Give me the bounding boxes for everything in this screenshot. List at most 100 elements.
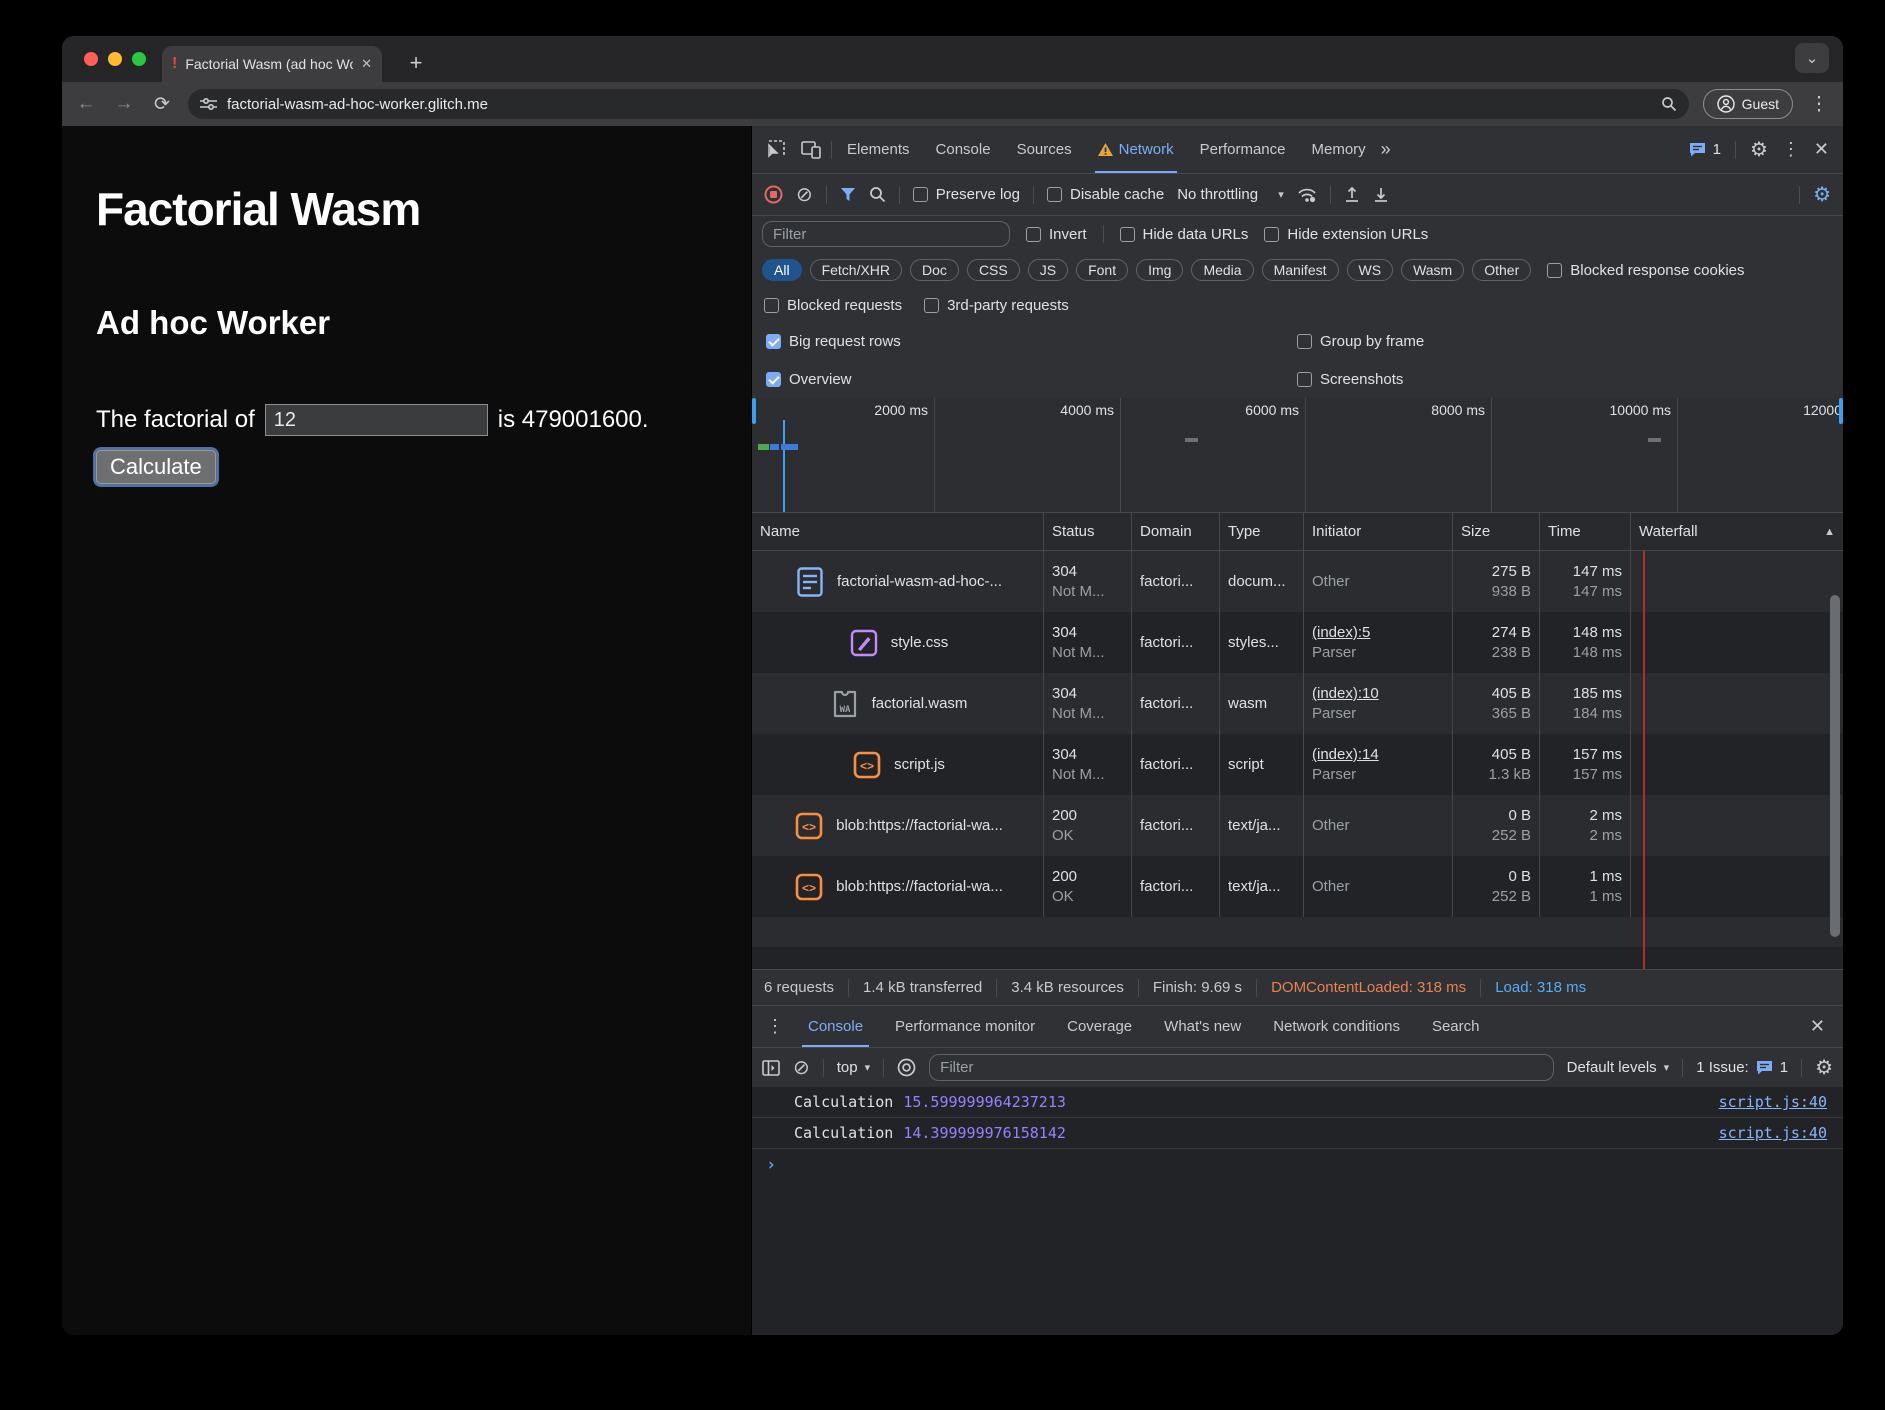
chip-css[interactable]: CSS [967,259,1020,281]
chip-fetch-xhr[interactable]: Fetch/XHR [810,259,902,281]
site-settings-icon[interactable] [200,97,217,111]
hide-extension-urls-checkbox[interactable]: Hide extension URLs [1264,226,1428,243]
console-filter-input[interactable] [929,1054,1553,1081]
tab-console[interactable]: Console [925,126,1002,173]
blocked-requests-checkbox[interactable]: Blocked requests [764,297,902,314]
console-sidebar-icon[interactable] [762,1060,780,1076]
throttling-select[interactable]: No throttling ▾ [1177,186,1284,203]
source-link[interactable]: script.js:40 [1719,1124,1827,1142]
console-message[interactable]: Calculation 15.599999964237213 script.js… [752,1087,1843,1118]
col-waterfall[interactable]: Waterfall▲ [1631,513,1843,550]
console-issues-counter[interactable]: 1 Issue: 1 [1696,1059,1788,1076]
table-row[interactable]: factorial-wasm-ad-hoc-... 304Not M... fa… [752,551,1843,612]
initiator-link[interactable]: (index):5 [1312,624,1444,641]
preserve-log-checkbox[interactable]: Preserve log [913,186,1020,203]
hide-data-urls-checkbox[interactable]: Hide data URLs [1120,226,1249,243]
drawer-tab-console[interactable]: Console [792,1006,879,1047]
live-expression-icon[interactable] [897,1058,916,1077]
big-request-rows-checkbox[interactable]: Big request rows [766,333,901,350]
drawer-tab-whats-new[interactable]: What's new [1148,1006,1257,1047]
network-conditions-icon[interactable] [1297,187,1317,203]
chip-other[interactable]: Other [1472,259,1531,281]
network-filter-input[interactable] [762,221,1010,247]
console-message[interactable]: Calculation 14.399999976158142 script.js… [752,1118,1843,1149]
tab-performance[interactable]: Performance [1189,126,1297,173]
col-initiator[interactable]: Initiator [1304,513,1453,550]
drawer-tab-coverage[interactable]: Coverage [1051,1006,1148,1047]
default-levels-select[interactable]: Default levels▾ [1567,1059,1670,1076]
chip-ws[interactable]: WS [1347,259,1394,281]
console-settings-icon[interactable]: ⚙ [1815,1055,1833,1080]
devtools-settings-icon[interactable]: ⚙ [1750,137,1768,162]
disable-cache-checkbox[interactable]: Disable cache [1047,186,1164,203]
profile-button[interactable]: Guest [1703,89,1793,119]
drawer-tab-search[interactable]: Search [1416,1006,1496,1047]
console-context-select[interactable]: top▾ [837,1059,870,1076]
chip-img[interactable]: Img [1136,259,1183,281]
invert-checkbox[interactable]: Invert [1026,226,1087,243]
tab-search-button[interactable]: ⌄ [1795,43,1829,73]
chip-manifest[interactable]: Manifest [1262,259,1339,281]
table-row[interactable]: style.css 304Not M... factori... styles.… [752,612,1843,673]
browser-menu-button[interactable]: ⋮ [1807,93,1831,116]
tab-sources[interactable]: Sources [1006,126,1083,173]
col-time[interactable]: Time [1540,513,1631,550]
back-button[interactable]: ← [74,93,98,115]
tab-elements[interactable]: Elements [836,126,921,173]
initiator-link[interactable]: (index):14 [1312,746,1444,763]
clear-network-log-icon[interactable]: ⊘ [796,182,813,207]
export-har-icon[interactable] [1373,186,1389,203]
import-har-icon[interactable] [1344,186,1360,203]
drawer-close-icon[interactable]: ✕ [1810,1016,1837,1037]
col-status[interactable]: Status [1044,513,1132,550]
col-size[interactable]: Size [1453,513,1540,550]
col-type[interactable]: Type [1220,513,1304,550]
drawer-more-tools-icon[interactable]: ⋮ [758,1016,792,1037]
initiator-link[interactable]: (index):10 [1312,685,1444,702]
reload-button[interactable]: ⟳ [150,93,174,116]
col-domain[interactable]: Domain [1132,513,1220,550]
screenshots-checkbox[interactable]: Screenshots [1297,371,1403,388]
overview-checkbox[interactable]: Overview [766,371,852,388]
devtools-menu-icon[interactable]: ⋮ [1782,139,1800,160]
devtools-close-icon[interactable]: ✕ [1814,139,1829,160]
factorial-input[interactable] [265,404,488,436]
chip-doc[interactable]: Doc [910,259,959,281]
clear-console-icon[interactable]: ⊘ [793,1055,810,1080]
network-overview-timeline[interactable]: 2000 ms 4000 ms 6000 ms 8000 ms 10000 ms… [752,398,1843,513]
third-party-requests-checkbox[interactable]: 3rd-party requests [924,297,1069,314]
maximize-window-button[interactable] [132,52,146,66]
chip-wasm[interactable]: Wasm [1401,259,1464,281]
overview-left-handle[interactable] [752,398,756,424]
browser-tab[interactable]: ! Factorial Wasm (ad hoc Work ✕ [162,46,382,82]
minimize-window-button[interactable] [108,52,122,66]
table-row[interactable]: <>script.js 304Not M... factori... scrip… [752,734,1843,795]
drawer-tab-performance-monitor[interactable]: Performance monitor [879,1006,1051,1047]
console-prompt[interactable]: › [752,1149,1843,1181]
chip-all[interactable]: All [762,259,802,281]
device-toolbar-icon[interactable] [795,141,827,159]
col-name[interactable]: Name [752,513,1044,550]
table-scrollbar[interactable] [1830,595,1840,937]
source-link[interactable]: script.js:40 [1719,1093,1827,1111]
table-row[interactable]: <>blob:https://factorial-wa... 200OK fac… [752,795,1843,856]
calculate-button[interactable]: Calculate [96,450,216,484]
search-icon[interactable] [869,186,886,203]
tab-close-icon[interactable]: ✕ [361,56,372,72]
chip-font[interactable]: Font [1076,259,1128,281]
more-tabs-icon[interactable]: » [1381,139,1391,160]
table-row[interactable]: <>blob:https://factorial-wa... 200OK fac… [752,856,1843,917]
window-controls[interactable] [84,52,146,66]
new-tab-button[interactable]: + [402,50,430,76]
url-text[interactable]: factorial-wasm-ad-hoc-worker.glitch.me [227,96,1651,113]
address-bar[interactable]: factorial-wasm-ad-hoc-worker.glitch.me [188,89,1689,119]
record-network-log-icon[interactable] [764,185,783,204]
filter-icon[interactable] [840,187,856,202]
group-by-frame-checkbox[interactable]: Group by frame [1297,333,1424,350]
inspect-element-icon[interactable] [760,140,791,159]
tab-network[interactable]: Network [1087,126,1185,173]
drawer-tab-network-conditions[interactable]: Network conditions [1257,1006,1416,1047]
forward-button[interactable]: → [112,93,136,115]
zoom-icon[interactable] [1661,96,1677,112]
tab-memory[interactable]: Memory [1301,126,1377,173]
